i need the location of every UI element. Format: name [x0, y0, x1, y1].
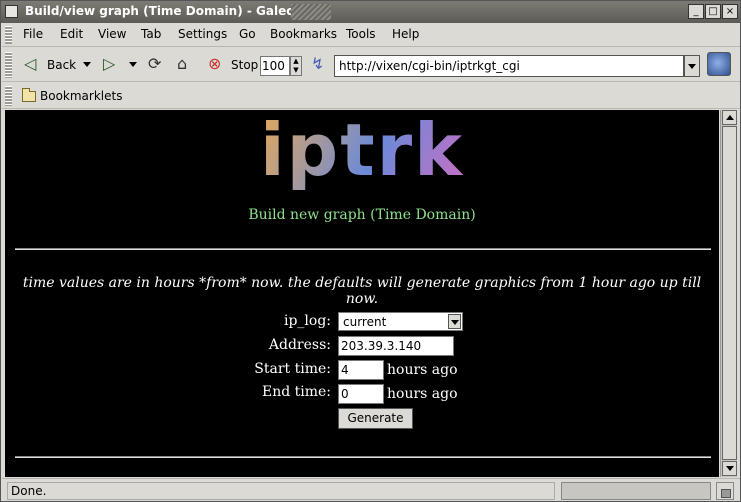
- time-help-note: time values are in hours *from* now. the…: [22, 275, 702, 307]
- back-arrow-icon[interactable]: ◁: [24, 56, 36, 72]
- zoom-spinbox[interactable]: [260, 56, 290, 76]
- zoom-spin-buttons[interactable]: ▲ ▼: [290, 56, 302, 76]
- security-lock-icon[interactable]: [716, 482, 734, 500]
- toolbar-handle[interactable]: [5, 52, 12, 78]
- menu-edit[interactable]: Edit: [60, 27, 83, 41]
- stop-icon[interactable]: ⊗: [208, 56, 221, 72]
- bookmarks-handle[interactable]: [5, 86, 12, 106]
- menu-bar: File Edit View Tab Settings Go Bookmarks…: [2, 23, 740, 47]
- title-bar[interactable]: Build/view graph (Time Domain) - Galeon …: [1, 1, 740, 23]
- bookmarklets-folder[interactable]: Bookmarklets: [40, 89, 122, 103]
- page-subtitle: Build new graph (Time Domain): [248, 207, 476, 223]
- start-time-field[interactable]: [338, 360, 384, 380]
- window-menu-icon[interactable]: [5, 5, 18, 18]
- forward-arrow-icon[interactable]: ▷: [103, 56, 115, 72]
- iplog-selected-value: current: [343, 315, 387, 329]
- start-time-label: Start time:: [254, 361, 331, 377]
- end-time-label: End time:: [261, 384, 331, 400]
- folder-icon[interactable]: [22, 88, 36, 102]
- end-time-unit: hours ago: [387, 386, 458, 402]
- forward-history-dropdown[interactable]: [129, 62, 137, 67]
- menu-file[interactable]: File: [23, 27, 43, 41]
- scroll-up-icon[interactable]: [722, 110, 737, 125]
- scroll-thumb[interactable]: [722, 126, 737, 460]
- title-grip: [291, 4, 331, 20]
- back-history-dropdown[interactable]: [83, 62, 91, 67]
- status-text: Done.: [7, 482, 555, 500]
- iptrk-logo: iptrk: [5, 110, 719, 190]
- window-title: Build/view graph (Time Domain) - Galeon: [25, 4, 304, 18]
- menu-help[interactable]: Help: [392, 27, 419, 41]
- reload-icon[interactable]: ⟳: [148, 56, 161, 72]
- home-icon[interactable]: ⌂: [177, 56, 187, 72]
- chevron-down-icon[interactable]: [448, 314, 461, 329]
- maximize-icon[interactable]: □: [705, 4, 721, 19]
- page-content: iptrk Build new graph (Time Domain) time…: [5, 110, 719, 477]
- url-input[interactable]: [334, 55, 684, 77]
- go-url-icon[interactable]: ↯: [311, 56, 324, 72]
- menu-settings[interactable]: Settings: [178, 27, 227, 41]
- divider: [15, 248, 711, 250]
- menu-go[interactable]: Go: [239, 27, 256, 41]
- menu-tab[interactable]: Tab: [141, 27, 161, 41]
- iplog-select[interactable]: current: [338, 312, 463, 331]
- menu-bookmarks[interactable]: Bookmarks: [270, 27, 337, 41]
- back-button-label[interactable]: Back: [47, 58, 76, 72]
- menu-view[interactable]: View: [98, 27, 126, 41]
- menubar-handle[interactable]: [5, 26, 12, 44]
- url-history-dropdown[interactable]: [684, 55, 700, 77]
- status-bar: Done.: [2, 478, 740, 501]
- navigation-toolbar: ◁ Back ▷ ⟳ ⌂ ⊗ Stop ▲▼ ↯: [2, 48, 740, 82]
- close-icon[interactable]: ×: [722, 4, 738, 19]
- end-time-field[interactable]: [338, 384, 384, 404]
- start-time-unit: hours ago: [387, 362, 458, 378]
- scroll-down-icon[interactable]: [722, 461, 737, 476]
- vertical-scrollbar[interactable]: [720, 110, 737, 477]
- bookmarks-toolbar: Bookmarklets: [2, 83, 740, 109]
- generate-button[interactable]: Generate: [338, 408, 413, 429]
- browser-window: Build/view graph (Time Domain) - Galeon …: [0, 0, 741, 502]
- address-label: Address:: [268, 337, 331, 353]
- progress-bar: [561, 482, 711, 500]
- galeon-throbber-icon[interactable]: [707, 52, 731, 76]
- menu-tools[interactable]: Tools: [346, 27, 376, 41]
- stop-button-label[interactable]: Stop: [231, 58, 258, 72]
- divider-bottom: [15, 456, 711, 458]
- iplog-label: ip_log:: [283, 313, 331, 329]
- address-field[interactable]: [338, 336, 454, 356]
- minimize-icon[interactable]: _: [688, 4, 704, 19]
